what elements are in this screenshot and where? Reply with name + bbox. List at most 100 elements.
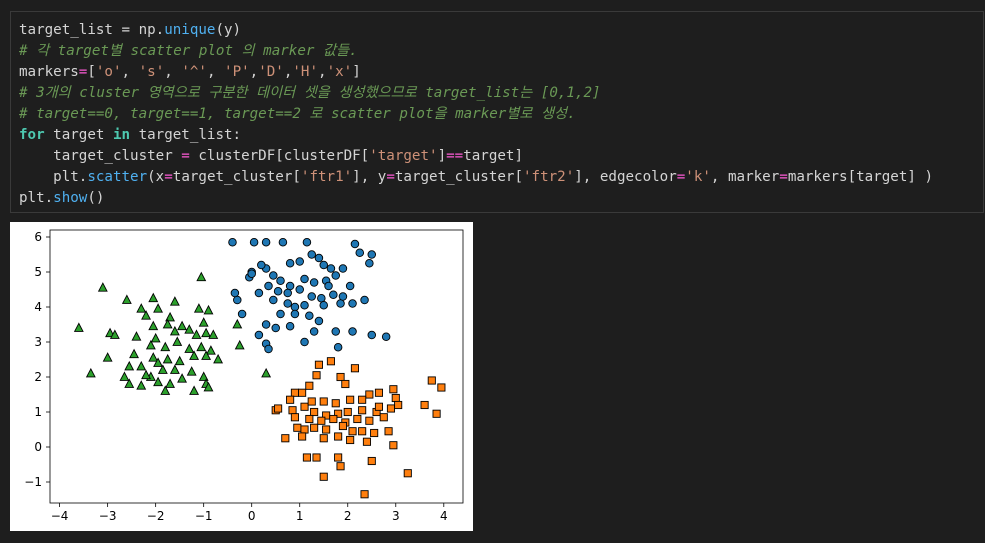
y-tick-label: −1 <box>24 475 42 489</box>
data-point-square <box>298 388 307 397</box>
data-point-circle <box>271 323 280 333</box>
data-point-circle <box>324 281 333 291</box>
code-token: = <box>676 169 686 185</box>
data-point-square <box>348 427 357 436</box>
data-point-square <box>305 414 314 424</box>
code-token: target_cluster[ <box>394 169 523 185</box>
x-tick-label: −3 <box>99 509 117 523</box>
data-point-circle <box>319 260 328 270</box>
data-point-square <box>310 423 319 432</box>
y-tick-label: 5 <box>34 265 42 279</box>
data-point-circle <box>329 290 338 299</box>
code-line: plt.scatter(x=target_cluster['ftr1'], y=… <box>19 167 933 188</box>
data-point-square <box>329 414 338 424</box>
data-point-square <box>312 371 321 380</box>
y-tick-label: 0 <box>34 440 42 454</box>
data-point-circle <box>290 302 300 312</box>
code-token: markers[target] ) <box>787 169 934 185</box>
data-point-circle <box>261 320 271 329</box>
code-token: 'ftr2' <box>523 169 575 185</box>
data-point-square <box>358 406 367 415</box>
data-point-square <box>365 390 374 399</box>
data-point-circle <box>333 342 343 352</box>
data-point-square <box>367 456 376 466</box>
data-point-circle <box>350 239 360 249</box>
data-point-circle <box>295 285 304 294</box>
code-token: target] <box>463 148 523 164</box>
data-point-circle <box>273 286 283 296</box>
data-point-circle <box>345 281 355 291</box>
code-token: # 3개의 cluster 영역으로 구분한 데이터 셋을 생성했으므로 tar… <box>19 85 601 101</box>
code-line: plt.show() <box>19 188 933 209</box>
data-point-circle <box>249 238 259 247</box>
code-line: # 3개의 cluster 영역으로 구분한 데이터 셋을 생성했으므로 tar… <box>19 83 933 104</box>
data-point-square <box>343 407 352 417</box>
code-token: target_list: <box>130 127 242 143</box>
data-point-square <box>360 490 369 499</box>
data-point-square <box>288 406 297 415</box>
code-token: clusterDF[clusterDF[ <box>189 148 370 164</box>
code-token: = <box>779 169 788 185</box>
data-point-square <box>286 395 295 404</box>
x-tick-label: 2 <box>344 509 352 523</box>
data-point-circle <box>336 299 345 308</box>
data-point-circle <box>254 288 264 298</box>
data-point-square <box>374 402 384 411</box>
axes-frame <box>49 229 464 504</box>
code-token: ], edgecolor <box>574 169 677 185</box>
data-point-circle <box>314 316 324 326</box>
x-tick-label: −4 <box>51 509 69 523</box>
code-token: , <box>164 64 182 80</box>
data-point-square <box>362 437 372 446</box>
code-token: = <box>386 169 395 185</box>
data-point-square <box>334 453 343 462</box>
data-point-circle <box>302 238 312 247</box>
code-line: markers=['o', 's', '^', 'P','D','H','x'] <box>19 62 933 83</box>
data-point-circle <box>314 253 324 263</box>
x-tick-label: 1 <box>296 509 304 523</box>
data-point-circle <box>307 292 316 301</box>
code-token: target_list = np. <box>19 22 165 38</box>
data-point-circle <box>278 238 288 247</box>
data-point-square <box>290 388 299 397</box>
data-point-circle <box>309 327 319 336</box>
code-token: plt. <box>19 169 88 185</box>
data-point-square <box>350 364 359 373</box>
code-editor[interactable]: target_list = np.unique(y) # 각 target별 sc… <box>19 20 933 209</box>
scatter-plot-output: −4 −3 −2 −1 0 1 2 3 4 −1 0 1 2 3 4 5 6 <box>10 222 473 531</box>
code-token: () <box>87 190 105 206</box>
data-point-square <box>389 385 398 394</box>
code-line: target_list = np.unique(y) <box>19 20 933 41</box>
code-token: (y) <box>215 22 242 38</box>
data-point-square <box>319 472 328 481</box>
data-point-square <box>317 416 326 425</box>
code-token: , <box>249 64 259 80</box>
data-point-circle <box>247 269 256 279</box>
code-line: target_cluster = clusterDF[clusterDF['ta… <box>19 146 933 167</box>
data-point-circle <box>254 330 264 340</box>
data-point-square <box>365 416 374 425</box>
data-point-square <box>437 383 446 392</box>
code-token: , <box>206 64 225 80</box>
data-point-circle <box>326 264 336 273</box>
data-point-square <box>389 441 398 450</box>
scatter-chart: −4 −3 −2 −1 0 1 2 3 4 −1 0 1 2 3 4 5 6 <box>24 229 464 523</box>
data-point-square <box>403 469 412 478</box>
data-point-circle <box>276 309 285 319</box>
data-point-square <box>336 372 345 382</box>
data-point-square <box>314 360 323 369</box>
data-point-circle <box>269 295 278 305</box>
data-point-square <box>374 388 384 397</box>
code-cell[interactable]: target_list = np.unique(y) # 각 target별 sc… <box>10 11 984 213</box>
data-point-circle <box>305 311 314 320</box>
code-token: , marker <box>710 169 780 185</box>
data-point-circle <box>276 276 285 286</box>
code-token: target_cluster[ <box>172 169 301 185</box>
code-token: ], y <box>352 169 387 185</box>
code-token: 'k' <box>685 169 711 185</box>
data-point-square <box>290 413 299 422</box>
code-token: ] <box>352 64 361 80</box>
code-line: # target==0, target==1, target==2 로 scat… <box>19 104 933 125</box>
data-point-circle <box>365 259 374 268</box>
code-token: show <box>53 190 88 206</box>
